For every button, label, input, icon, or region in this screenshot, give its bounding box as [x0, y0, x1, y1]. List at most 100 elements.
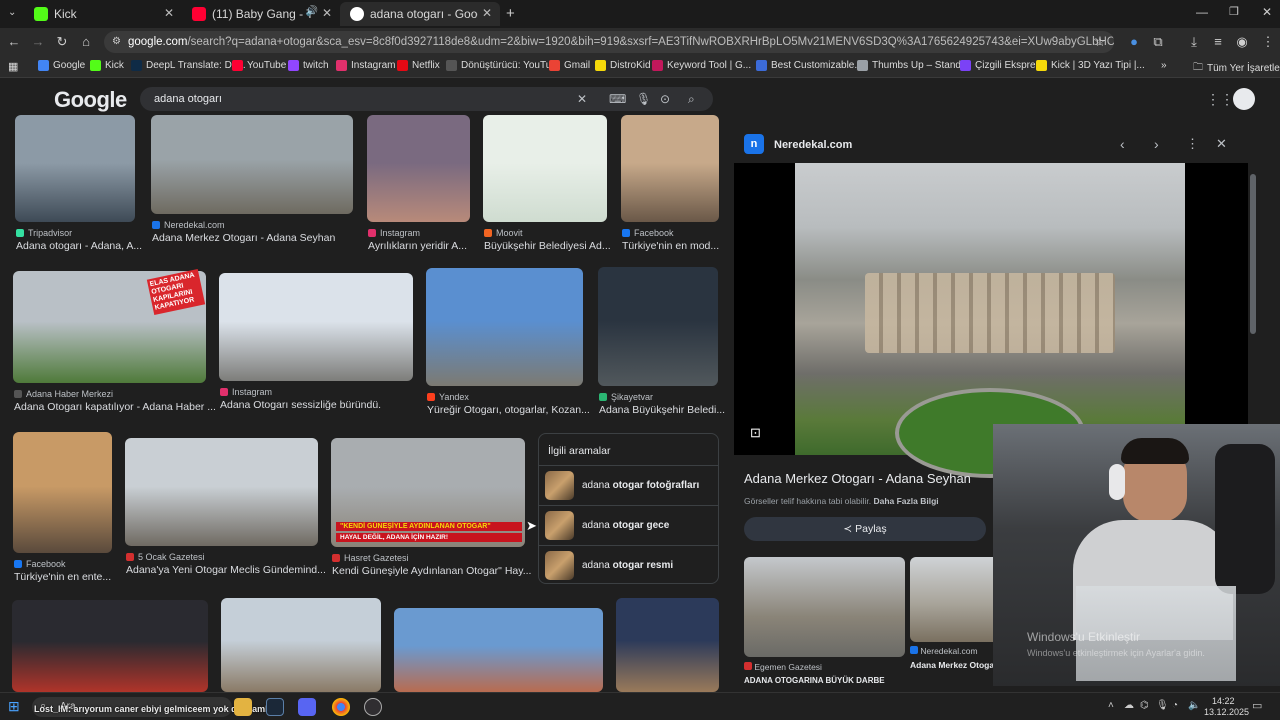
minimize-icon[interactable]: — [1196, 5, 1208, 19]
discord-icon[interactable] [298, 698, 316, 716]
site-info-icon[interactable]: ⚙ [112, 31, 121, 53]
more-options-icon[interactable]: ⋮ [1186, 136, 1199, 152]
restore-icon[interactable]: ❐ [1229, 5, 1239, 18]
related-search-item[interactable]: adana otogar gece [539, 505, 718, 545]
result-source[interactable]: Instagram [220, 387, 272, 397]
result-title[interactable]: Kendi Güneşiyle Aydınlanan Otogar" Hay..… [332, 565, 536, 577]
lens-search-icon[interactable]: ⊡ [750, 425, 761, 441]
network-icon[interactable]: ⌬ [1140, 700, 1149, 711]
close-window-icon[interactable]: ✕ [1262, 5, 1272, 19]
bookmark-item[interactable]: twitch [288, 60, 329, 71]
result-image[interactable] [598, 267, 718, 386]
notification-icon[interactable]: ▭ [1252, 699, 1262, 712]
profile-avatar-icon[interactable]: ◉ [1234, 34, 1250, 50]
result-title[interactable]: Adana Büyükşehir Beledi... [599, 404, 729, 416]
mic-icon[interactable]: 🎙 [1156, 700, 1169, 711]
microphone-icon[interactable]: 🎙 [636, 87, 651, 111]
panel-title[interactable]: Adana Merkez Otogarı - Adana Seyhan [744, 471, 971, 486]
result-title[interactable]: Türkiye'nin en ente... [14, 571, 144, 583]
result-title[interactable]: Ayrılıkların yeridir A... [368, 240, 498, 252]
result-title[interactable]: Adana otogarı - Adana, A... [16, 240, 146, 252]
bookmarks-overflow-icon[interactable]: » [1161, 60, 1167, 71]
similar-title[interactable]: ADANA OTOGARINA BÜYÜK DARBE [744, 676, 885, 685]
close-panel-icon[interactable]: ✕ [1216, 136, 1227, 152]
result-source[interactable]: Adana Haber Merkezi [14, 389, 113, 399]
bookmark-star-icon[interactable]: ☆ [1092, 34, 1108, 50]
menu-dots-icon[interactable]: ⋮ [1260, 34, 1276, 50]
close-tab-icon[interactable]: ✕ [164, 6, 174, 20]
bookmark-item[interactable]: Instagram [336, 60, 395, 71]
result-title[interactable]: Büyükşehir Belediyesi Ad... [484, 240, 618, 252]
chrome-icon[interactable] [332, 698, 350, 716]
result-image[interactable] [15, 115, 135, 222]
extension-shield-icon[interactable]: ● [1126, 34, 1142, 49]
result-source[interactable]: Tripadvisor [16, 228, 72, 238]
wifi-icon[interactable]: ◔ [1172, 700, 1178, 711]
tray-chevron-icon[interactable]: ˄ [1108, 700, 1114, 711]
result-source[interactable]: Neredekal.com [152, 220, 225, 230]
result-image[interactable] [125, 438, 318, 546]
result-image[interactable] [426, 268, 583, 386]
all-bookmarks-folder[interactable]: 🗀 Tüm Yer İşaretleri [1193, 60, 1280, 77]
home-icon[interactable]: ⌂ [78, 34, 94, 49]
steam-icon[interactable] [266, 698, 284, 716]
result-source[interactable]: Moovit [484, 228, 523, 238]
bookmark-item[interactable]: Netflix [397, 60, 440, 71]
cloud-icon[interactable]: ☁ [1124, 700, 1134, 711]
scrollbar[interactable] [1250, 174, 1256, 334]
learn-more-link[interactable]: Daha Fazla Bilgi [873, 496, 938, 506]
google-logo[interactable]: Google [54, 87, 127, 113]
share-button[interactable]: ≺ Paylaş [744, 517, 986, 541]
result-title[interactable]: Adana Otogarı kapatılıyor - Adana Haber … [14, 401, 217, 413]
clear-icon[interactable]: ✕ [577, 87, 587, 111]
keyboard-icon[interactable]: ⌨ [609, 87, 626, 111]
bookmark-item[interactable]: Kick | 3D Yazı Tipi |... [1036, 60, 1145, 71]
close-tab-icon[interactable]: ✕ [322, 6, 332, 20]
previous-icon[interactable]: ‹ [1120, 136, 1125, 152]
forward-icon[interactable]: → [30, 34, 46, 49]
start-icon[interactable]: ⊞ [8, 698, 20, 715]
next-icon[interactable]: › [1154, 136, 1159, 152]
result-image[interactable] [13, 432, 112, 553]
result-title[interactable]: Türkiye'nin en mod... [622, 240, 752, 252]
related-search-item[interactable]: adana otogar resmi [539, 545, 718, 585]
panel-site-name[interactable]: Neredekal.com [774, 139, 852, 151]
speaker-icon[interactable]: 🔊 [306, 6, 318, 17]
bookmark-item[interactable]: DistroKid [595, 60, 651, 71]
tab-google-search[interactable]: adana otogarı - Google'da Ara ✕ [340, 2, 500, 26]
reload-icon[interactable]: ↻ [54, 34, 70, 50]
file-explorer-icon[interactable] [234, 698, 252, 716]
tab-kick[interactable]: Kick ✕ [24, 2, 182, 26]
apps-grid-icon[interactable]: ▦ [8, 60, 18, 73]
result-source[interactable]: Facebook [622, 228, 674, 238]
result-image[interactable] [621, 115, 719, 222]
lens-icon[interactable]: ⊙ [660, 87, 670, 111]
download-icon[interactable]: ⤓ [1186, 34, 1202, 50]
bookmark-item[interactable]: DeepL Translate: Dü... [131, 60, 246, 71]
result-title[interactable]: Adana'ya Yeni Otogar Meclis Gündemind... [126, 564, 329, 576]
result-image[interactable] [219, 273, 413, 381]
clock-time[interactable]: 14:22 [1212, 696, 1235, 706]
bookmark-item[interactable]: Dönüştürücü: YouTu... [446, 60, 560, 71]
result-source[interactable]: Hasret Gazetesi [332, 553, 409, 563]
result-image[interactable] [221, 598, 381, 692]
bookmark-item[interactable]: Keyword Tool | G... [652, 60, 751, 71]
bookmark-item[interactable]: Kick [90, 60, 124, 71]
tab-search-icon[interactable]: ⌄ [8, 7, 16, 18]
bookmark-item[interactable]: Google [38, 60, 85, 71]
result-title[interactable]: Yüreğir Otogarı, otogarlar, Kozan... [427, 404, 594, 416]
back-icon[interactable]: ← [6, 34, 22, 49]
address-bar[interactable]: ⚙ google.com/search?q=adana+otogar&sca_e… [104, 31, 1114, 53]
bookmark-item[interactable]: Gmail [549, 60, 590, 71]
result-source[interactable]: Instagram [368, 228, 420, 238]
bookmark-item[interactable]: Çizgili Ekspres [960, 60, 1041, 71]
volume-icon[interactable]: 🔈 [1188, 700, 1200, 711]
bookmark-item[interactable]: YouTube [232, 60, 286, 71]
result-image[interactable] [151, 115, 353, 214]
result-source[interactable]: Facebook [14, 559, 66, 569]
search-icon[interactable]: ⌕ [688, 87, 695, 111]
result-source[interactable]: Şikayetvar [599, 392, 653, 402]
related-search-item[interactable]: adana otogar fotoğrafları [539, 465, 718, 505]
new-tab-icon[interactable]: + [506, 5, 515, 22]
search-input[interactable]: adana otogarı ✕ ⌨ 🎙 ⊙ ⌕ [140, 87, 713, 111]
